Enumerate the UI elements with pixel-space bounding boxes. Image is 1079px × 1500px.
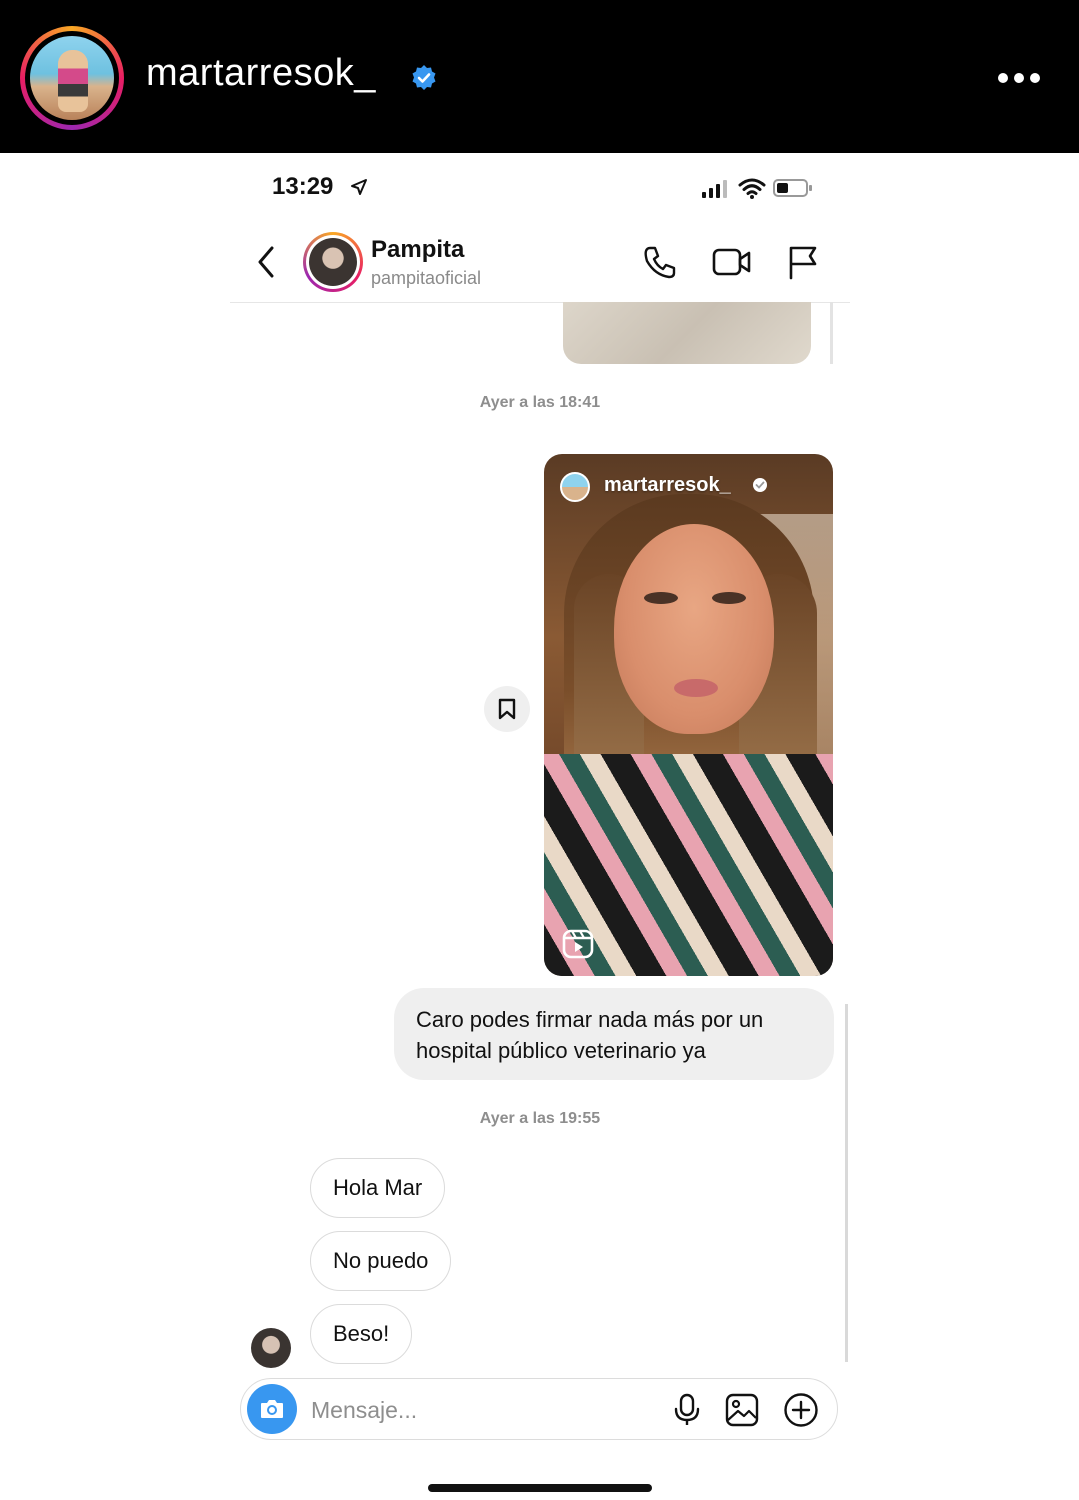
story-header: martarresok_ xyxy=(0,0,1079,153)
wifi-icon xyxy=(738,178,766,199)
contact-handle: pampitaoficial xyxy=(371,268,482,288)
reels-icon xyxy=(562,929,594,959)
verified-badge-icon xyxy=(753,478,767,492)
story-avatar-image xyxy=(30,36,114,120)
save-button[interactable] xyxy=(484,686,530,732)
location-arrow-icon xyxy=(351,179,367,195)
status-time: 13:29 xyxy=(272,173,334,200)
gallery-icon[interactable] xyxy=(725,1393,759,1427)
outgoing-message-bubble[interactable]: Caro podes firmar nada más por un hospit… xyxy=(394,988,834,1080)
chat-header: Pampita pampitaoficial xyxy=(230,222,850,303)
message-timestamp: Ayer a las 19:55 xyxy=(479,1110,601,1127)
story-photo xyxy=(614,524,774,734)
verified-badge-icon xyxy=(412,65,436,90)
previous-media-message[interactable] xyxy=(563,302,811,364)
incoming-message-bubble[interactable]: No puedo xyxy=(310,1231,452,1291)
microphone-icon[interactable] xyxy=(673,1393,701,1427)
contact-avatar[interactable] xyxy=(303,232,363,292)
home-indicator[interactable] xyxy=(428,1484,652,1492)
phone-call-icon[interactable] xyxy=(642,244,678,280)
message-composer xyxy=(240,1378,838,1440)
message-input[interactable] xyxy=(309,1389,643,1431)
incoming-message-bubble[interactable]: Hola Mar xyxy=(310,1158,446,1218)
video-call-icon[interactable] xyxy=(712,244,752,280)
camera-button[interactable] xyxy=(247,1384,297,1434)
back-chevron-icon[interactable] xyxy=(254,242,278,282)
scrollbar[interactable] xyxy=(845,1004,848,1362)
bookmark-icon xyxy=(498,698,516,720)
status-bar: 13:29 xyxy=(230,165,850,205)
shared-story-username: martarresok_ xyxy=(604,474,731,496)
sender-avatar[interactable] xyxy=(251,1328,291,1368)
shared-story-card[interactable]: martarresok_ xyxy=(544,454,833,976)
camera-icon xyxy=(261,1400,283,1418)
story-avatar[interactable] xyxy=(20,26,124,130)
more-options-icon[interactable] xyxy=(996,66,1042,90)
contact-name[interactable]: Pampita xyxy=(371,236,464,264)
cellular-signal-icon xyxy=(702,180,727,198)
scroll-indicator xyxy=(830,302,833,364)
add-circle-icon[interactable] xyxy=(783,1392,819,1428)
battery-icon xyxy=(773,179,812,197)
message-timestamp: Ayer a las 18:41 xyxy=(479,394,601,411)
incoming-message-bubble[interactable]: Beso! xyxy=(310,1304,413,1364)
story-username[interactable]: martarresok_ xyxy=(146,52,376,95)
shared-story-avatar xyxy=(560,472,590,502)
report-flag-icon[interactable] xyxy=(786,244,820,280)
